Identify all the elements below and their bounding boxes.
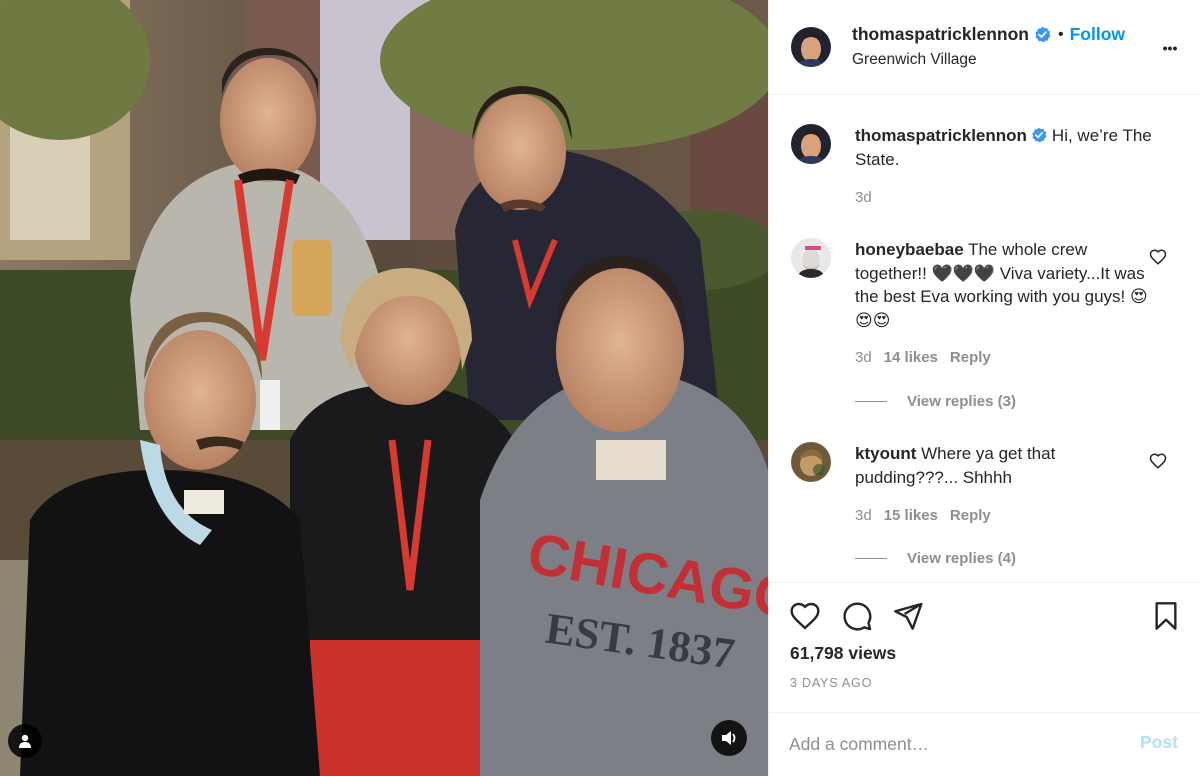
comment-input[interactable] <box>789 729 1119 759</box>
comment-time[interactable]: 3d <box>855 349 872 366</box>
save-button[interactable] <box>1149 599 1183 633</box>
heart-icon <box>790 602 820 630</box>
author-avatar-image <box>791 27 831 67</box>
caption-meta: 3d <box>855 189 884 206</box>
comment-text-block: honeybaebae The whole crew together!! 🖤🖤… <box>855 238 1155 332</box>
comment-likes[interactable]: 14 likes <box>884 349 938 366</box>
post-media[interactable]: CHICAGO EST. 1837 <box>0 0 768 776</box>
add-comment-bar: Post <box>769 712 1200 776</box>
comments-section[interactable]: thomaspatricklennon Hi, we’re The State. … <box>769 96 1200 582</box>
comment-username[interactable]: honeybaebae <box>855 240 964 259</box>
send-icon <box>894 602 923 630</box>
comment-avatar[interactable] <box>791 238 831 278</box>
comment-reply-button[interactable]: Reply <box>950 349 991 366</box>
caption-avatar[interactable] <box>791 124 831 164</box>
author-avatar[interactable] <box>791 27 831 67</box>
comment-reply-button[interactable]: Reply <box>950 507 991 524</box>
post-side-panel: thomaspatricklennon • Follow Greenwich V… <box>768 0 1200 776</box>
comment-text-block: ktyount Where ya get that pudding???... … <box>855 442 1155 489</box>
comment-meta: 3d 14 likes Reply <box>855 349 1003 366</box>
header-name-row: thomaspatricklennon • Follow <box>852 24 1125 45</box>
caption-text-block: thomaspatricklennon Hi, we’re The State. <box>855 124 1155 171</box>
post-location[interactable]: Greenwich Village <box>852 51 977 69</box>
post-header: thomaspatricklennon • Follow Greenwich V… <box>769 0 1200 95</box>
user-tag-icon <box>19 734 31 748</box>
comment-time[interactable]: 3d <box>855 507 872 524</box>
follow-button[interactable]: Follow <box>1070 24 1125 45</box>
comment-button[interactable] <box>840 599 874 633</box>
group-photo: CHICAGO EST. 1837 <box>0 0 768 776</box>
view-count[interactable]: 61,798 views <box>790 643 896 664</box>
comment-avatar-image <box>791 238 831 278</box>
bookmark-icon <box>1155 602 1177 630</box>
author-username[interactable]: thomaspatricklennon <box>852 24 1029 45</box>
user-tag-button[interactable] <box>8 724 42 758</box>
replies-divider <box>855 558 887 559</box>
caption-username[interactable]: thomaspatricklennon <box>855 126 1027 145</box>
caption-time[interactable]: 3d <box>855 189 872 206</box>
comment-avatar[interactable] <box>791 442 831 482</box>
comment-icon <box>843 602 872 631</box>
post-comment-button[interactable]: Post <box>1140 732 1178 753</box>
comment-username[interactable]: ktyount <box>855 444 916 463</box>
header-separator: • <box>1057 25 1064 43</box>
caption-avatar-image <box>791 124 831 164</box>
replies-divider <box>855 401 887 402</box>
view-replies-button[interactable]: View replies (4) <box>855 550 1016 567</box>
share-button[interactable] <box>891 599 925 633</box>
more-icon: ••• <box>1162 40 1178 56</box>
post-date[interactable]: 3 DAYS AGO <box>790 676 872 690</box>
verified-badge-icon <box>1032 127 1047 143</box>
comment-like-heart-icon[interactable] <box>1149 452 1167 470</box>
comment-avatar-image <box>791 442 831 482</box>
more-options-button[interactable]: ••• <box>1155 36 1185 60</box>
sound-toggle-button[interactable] <box>711 720 747 756</box>
comment-meta: 3d 15 likes Reply <box>855 507 1003 524</box>
verified-badge-icon <box>1035 26 1051 43</box>
post-actions: 61,798 views 3 DAYS AGO <box>769 582 1200 712</box>
view-replies-button[interactable]: View replies (3) <box>855 393 1016 410</box>
speaker-icon <box>722 731 736 745</box>
comment-like-heart-icon[interactable] <box>1149 248 1167 266</box>
view-replies-label: View replies (4) <box>907 550 1016 567</box>
view-replies-label: View replies (3) <box>907 393 1016 410</box>
comment-likes[interactable]: 15 likes <box>884 507 938 524</box>
like-button[interactable] <box>788 599 822 633</box>
